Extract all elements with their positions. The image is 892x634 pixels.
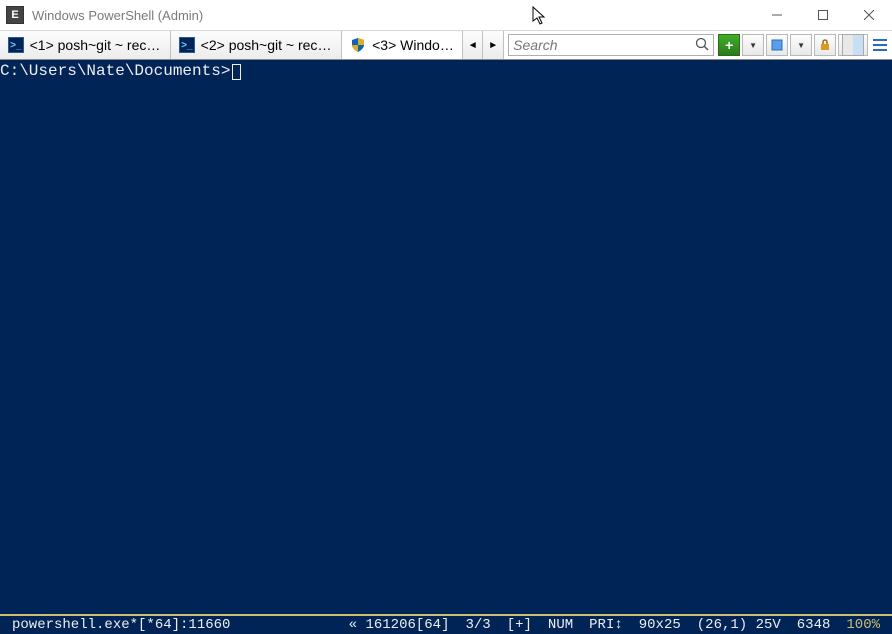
action-dropdown[interactable]: ▼ [790,34,812,56]
tab-label: <2> posh~git ~ reca... [201,37,333,53]
split-icon [842,34,864,56]
minimize-button[interactable] [754,0,800,30]
tab-scroll-right-button[interactable]: ► [483,31,503,59]
close-button[interactable] [846,0,892,30]
status-pos: (26,1) 25V [689,617,789,633]
window-title: Windows PowerShell (Admin) [32,8,203,23]
search-input[interactable] [513,37,695,53]
status-zoom[interactable]: 100% [838,617,888,633]
titlebar: E Windows PowerShell (Admin) [0,0,892,30]
app-icon: E [6,6,24,24]
action-button[interactable] [766,34,788,56]
maximize-button[interactable] [800,0,846,30]
tabbar: >_ <1> posh~git ~ reca... >_ <2> posh~gi… [0,30,892,60]
status-mem: 6348 [789,617,839,633]
window-controls [754,0,892,30]
text-cursor [232,64,241,80]
status-process: powershell.exe*[*64]:11660 [4,617,238,633]
status-bar: powershell.exe*[*64]:11660 « 161206[64] … [0,614,892,634]
lock-button[interactable] [814,34,836,56]
powershell-icon: >_ [8,37,24,53]
status-num: NUM [540,617,581,633]
shield-icon [350,37,366,53]
powershell-icon: >_ [179,37,195,53]
terminal-area[interactable]: C:\Users\Nate\Documents> [0,60,892,614]
toolbar-buttons: + ▼ ▼ [718,31,892,59]
tab-scroll-left-button[interactable]: ◄ [463,31,483,59]
search-container [504,31,718,59]
split-view-button[interactable] [838,34,868,56]
prompt-text: C:\Users\Nate\Documents> [0,62,230,80]
tab-1[interactable]: >_ <1> posh~git ~ reca... [0,31,171,59]
tab-label: <1> posh~git ~ reca... [30,37,162,53]
status-build: « 161206[64] [341,617,458,633]
status-counter: 3/3 [457,617,498,633]
hamburger-icon [873,34,887,56]
menu-button[interactable] [870,34,890,56]
tab-2[interactable]: >_ <2> posh~git ~ reca... [171,31,342,59]
tab-label: <3> Windows [372,37,454,53]
new-tab-dropdown[interactable]: ▼ [742,34,764,56]
new-tab-button[interactable]: + [718,34,740,56]
search-icon[interactable] [695,37,709,54]
status-pri: PRI↕ [581,617,631,633]
search-box[interactable] [508,34,714,56]
tab-3-active[interactable]: <3> Windows [342,31,463,59]
status-expand[interactable]: [+] [499,617,540,633]
status-size: 90x25 [631,617,689,633]
tab-scroll-nav: ◄ ► [463,31,504,59]
